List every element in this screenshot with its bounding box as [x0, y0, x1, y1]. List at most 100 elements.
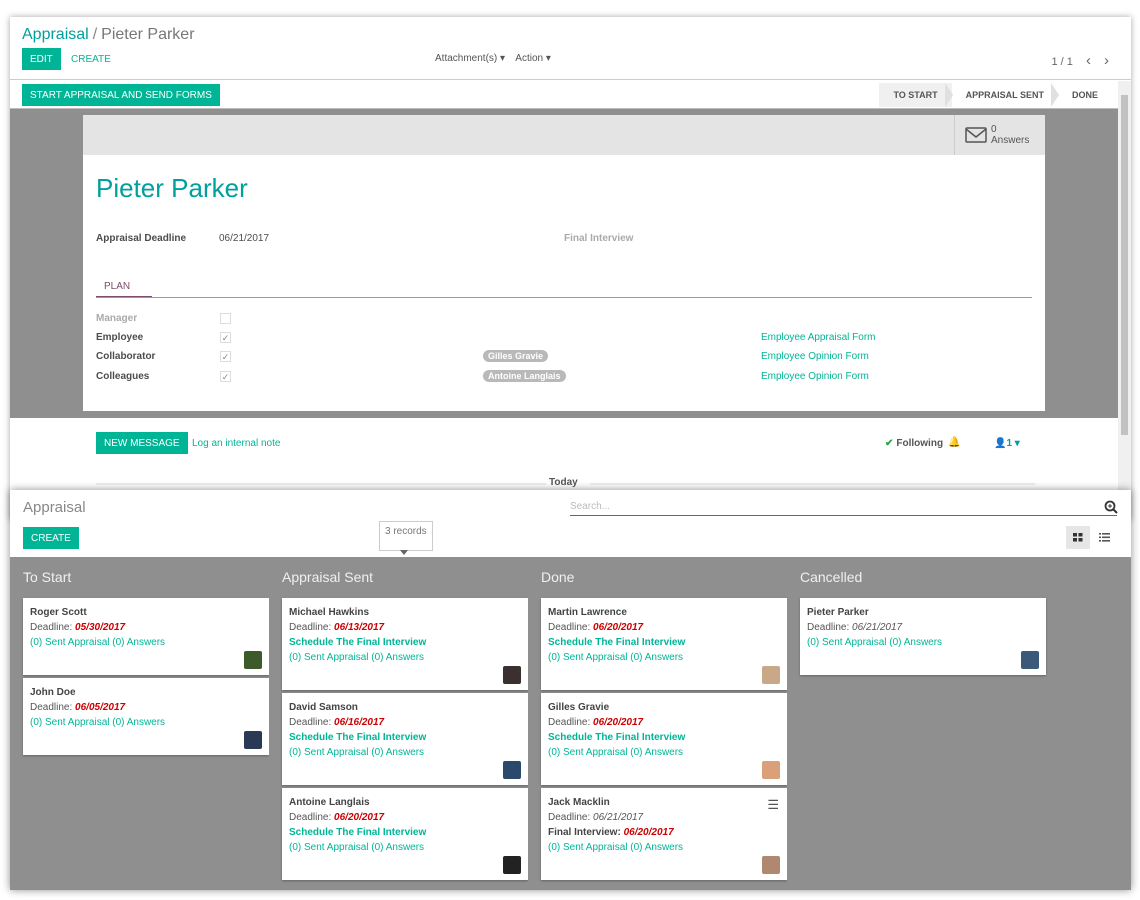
stage-done[interactable]: DONE [1058, 83, 1112, 107]
tab-plan[interactable]: PLAN [96, 280, 152, 298]
answers-link[interactable]: (0) Sent Appraisal (0) Answers [30, 635, 262, 650]
kanban-card[interactable]: David Samson Deadline: 06/16/2017 Schedule… [282, 693, 528, 785]
deadline-label: Deadline: [30, 622, 73, 633]
control-panel: Appraisal / Pieter Parker EDIT CREATE Atta… [10, 17, 1131, 80]
final-interview-date: 06/20/2017 [623, 827, 674, 838]
schedule-interview-link[interactable]: Schedule The Final Interview [289, 825, 521, 840]
deadline-line: Deadline: 05/30/2017 [30, 620, 262, 635]
search-input[interactable] [570, 498, 1117, 516]
kanban-card[interactable]: Martin Lawrence Deadline: 06/20/2017 Sched… [541, 598, 787, 690]
kanban-column-appraisal-sent: Appraisal Sent Michael Hawkins Deadline: 0… [269, 557, 528, 890]
employee-avatar [503, 761, 521, 779]
schedule-interview-link[interactable]: Schedule The Final Interview [289, 635, 521, 650]
plan-checkbox[interactable]: ✓ [220, 371, 231, 382]
deadline-line: Deadline: 06/05/2017 [30, 700, 262, 715]
column-title[interactable]: Cancelled [800, 569, 862, 585]
hamburger-menu-icon[interactable]: ☰ [767, 797, 779, 813]
stage-to-start[interactable]: TO START [879, 83, 953, 107]
deadline-line: Deadline: 06/20/2017 [548, 620, 780, 635]
kanban-card[interactable]: Pieter Parker Deadline: 06/21/2017 (0) Sen… [800, 598, 1046, 675]
kanban-card[interactable]: Roger Scott Deadline: 05/30/2017 (0) Sent … [23, 598, 269, 675]
column-title[interactable]: Done [541, 569, 574, 585]
following-button[interactable]: ✔ Following [885, 438, 943, 449]
answers-link[interactable]: (0) Sent Appraisal (0) Answers [30, 715, 262, 730]
plan-row-colleagues: Colleagues ✓ Antoine Langlais Employee O… [96, 370, 1032, 387]
kanban-columns: To Start Roger Scott Deadline: 05/30/2017(… [10, 557, 1131, 890]
employee-tag[interactable]: Gilles Gravie [483, 350, 549, 362]
check-icon: ✔ [885, 438, 894, 449]
kanban-view-button[interactable] [1066, 526, 1090, 549]
survey-link[interactable]: Employee Opinion Form [761, 371, 869, 382]
create-button[interactable]: CREATE [71, 54, 111, 65]
action-dropdown[interactable]: Action ▾ [515, 53, 551, 64]
employee-name: Martin Lawrence [548, 607, 627, 618]
plan-checkbox[interactable] [220, 313, 231, 324]
kanban-control-panel: Appraisal CREATE 3 records [10, 490, 1131, 557]
answers-link[interactable]: (0) Sent Appraisal (0) Answers [548, 840, 780, 855]
stage-pipeline: TO START APPRAISAL SENT DONE [879, 83, 1112, 107]
new-message-button[interactable]: NEW MESSAGE [96, 432, 188, 454]
edit-button[interactable]: EDIT [22, 48, 61, 70]
survey-link[interactable]: Employee Opinion Form [761, 351, 869, 362]
employee-avatar [244, 651, 262, 669]
kanban-card[interactable]: Michael Hawkins Deadline: 06/13/2017 Sched… [282, 598, 528, 690]
grid-icon [1073, 533, 1083, 542]
scrollbar[interactable] [1118, 81, 1131, 520]
breadcrumb-separator: / [92, 26, 98, 43]
deadline-line: Deadline: 06/16/2017 [289, 715, 521, 730]
deadline-line: Deadline: 06/21/2017 [548, 810, 780, 825]
kanban-card[interactable]: Gilles Gravie Deadline: 06/20/2017 Schedul… [541, 693, 787, 785]
deadline-date: 06/16/2017 [334, 717, 385, 728]
pager-prev-icon[interactable]: ‹ [1086, 52, 1091, 69]
deadline-label: Deadline: [548, 717, 591, 728]
answers-link[interactable]: (0) Sent Appraisal (0) Answers [807, 635, 1039, 650]
breadcrumb: Appraisal / Pieter Parker [22, 26, 195, 44]
plan-checkbox[interactable]: ✓ [220, 332, 231, 343]
log-note-button[interactable]: Log an internal note [192, 438, 280, 449]
schedule-interview-link[interactable]: Schedule The Final Interview [548, 635, 780, 650]
answers-link[interactable]: (0) Sent Appraisal (0) Answers [289, 840, 521, 855]
following-label: Following [896, 438, 944, 449]
deadline-date: 06/20/2017 [593, 717, 644, 728]
answers-stat-button[interactable]: 0 Answers [954, 115, 1045, 155]
answers-link[interactable]: (0) Sent Appraisal (0) Answers [289, 745, 521, 760]
plan-row-employee: Employee ✓ Employee Appraisal Form [96, 332, 1032, 348]
kanban-card[interactable]: John Doe Deadline: 06/05/2017 (0) Sent App… [23, 678, 269, 755]
final-interview-label: Final Interview [564, 233, 634, 244]
scrollbar-thumb[interactable] [1121, 95, 1128, 435]
schedule-interview-link[interactable]: Schedule The Final Interview [548, 730, 780, 745]
kanban-create-button[interactable]: CREATE [23, 527, 79, 549]
kanban-card[interactable]: Jack Macklin Deadline: 06/21/2017 Final In… [541, 788, 787, 880]
deadline-value: 06/21/2017 [219, 233, 270, 244]
column-title[interactable]: To Start [23, 569, 71, 585]
survey-link[interactable]: Employee Appraisal Form [761, 332, 876, 343]
record-title: Pieter Parker [96, 173, 248, 203]
attachments-dropdown[interactable]: Attachment(s) ▾ [435, 53, 505, 64]
deadline-date: 06/21/2017 [852, 622, 903, 633]
deadline-date: 06/21/2017 [593, 812, 644, 823]
schedule-interview-link[interactable]: Schedule The Final Interview [289, 730, 521, 745]
column-title[interactable]: Appraisal Sent [282, 569, 373, 585]
plan-checkbox[interactable]: ✓ [220, 351, 231, 362]
list-view-button[interactable] [1092, 526, 1116, 549]
kanban-column-done: Done Martin Lawrence Deadline: 06/20/2017 S… [528, 557, 787, 890]
deadline-line: Deadline: 06/20/2017 [289, 810, 521, 825]
employee-name: Michael Hawkins [289, 607, 370, 618]
deadline-label: Deadline: [548, 812, 591, 823]
deadline-label: Deadline: [548, 622, 591, 633]
pager-next-icon[interactable]: › [1104, 52, 1109, 69]
bell-icon[interactable]: 🔔 [948, 437, 960, 448]
answers-link[interactable]: (0) Sent Appraisal (0) Answers [548, 745, 780, 760]
start-appraisal-button[interactable]: START APPRAISAL AND SEND FORMS [22, 84, 220, 106]
breadcrumb-appraisal-link[interactable]: Appraisal [22, 26, 89, 43]
search-icon[interactable] [1104, 500, 1118, 514]
employee-tag[interactable]: Antoine Langlais [483, 370, 566, 382]
kanban-card[interactable]: Antoine Langlais Deadline: 06/20/2017 Sche… [282, 788, 528, 880]
deadline-label: Deadline: [289, 717, 332, 728]
pager-value[interactable]: 1 / 1 [1051, 56, 1072, 68]
breadcrumb-current: Pieter Parker [101, 26, 195, 43]
followers-dropdown[interactable]: 👤1 ▾ [994, 438, 1020, 449]
answers-link[interactable]: (0) Sent Appraisal (0) Answers [289, 650, 521, 665]
stage-appraisal-sent[interactable]: APPRAISAL SENT [952, 83, 1060, 107]
answers-link[interactable]: (0) Sent Appraisal (0) Answers [548, 650, 780, 665]
